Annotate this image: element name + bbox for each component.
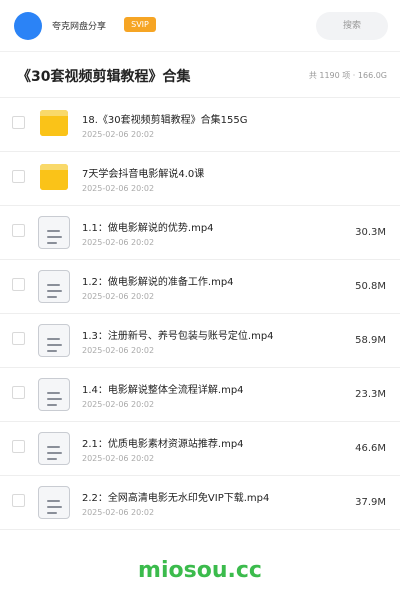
file-size: 23.3M (355, 389, 386, 400)
file-name: 2.1：优质电影素材资源站推荐.mp4 (82, 439, 244, 450)
item-count-and-size: 共 1190 项 · 166.0G (308, 71, 387, 80)
title-bar: 《30套视频剪辑教程》合集 共 1190 项 · 166.0G (0, 52, 400, 98)
svip-badge: SVIP (124, 17, 156, 32)
top-bar: 夸克网盘分享 SVIP 搜索 (0, 0, 400, 52)
file-icon (38, 270, 70, 303)
file-date: 2025-02-06 20:02 (82, 400, 155, 409)
file-date: 2025-02-06 20:02 (82, 292, 155, 301)
row-checkbox[interactable] (12, 332, 25, 345)
list-item[interactable]: 1.3：注册新号、养号包装与账号定位.mp4 2025-02-06 20:02 … (0, 314, 400, 368)
folder-icon (38, 162, 70, 194)
file-size: 46.6M (355, 443, 386, 454)
list-item[interactable]: 18.《30套视频剪辑教程》合集155G 2025-02-06 20:02 (0, 98, 400, 152)
file-size: 37.9M (355, 497, 386, 508)
file-icon (38, 216, 70, 249)
list-item[interactable]: 1.4：电影解说整体全流程详解.mp4 2025-02-06 20:02 23.… (0, 368, 400, 422)
list-item[interactable]: 1.1：做电影解说的优势.mp4 2025-02-06 20:02 30.3M (0, 206, 400, 260)
page-title: 《30套视频剪辑教程》合集 (17, 69, 191, 85)
list-item[interactable]: 2.1：优质电影素材资源站推荐.mp4 2025-02-06 20:02 46.… (0, 422, 400, 476)
file-name: 1.3：注册新号、养号包装与账号定位.mp4 (82, 331, 274, 342)
file-name: 1.4：电影解说整体全流程详解.mp4 (82, 385, 244, 396)
share-owner-name: 夸克网盘分享 (52, 22, 107, 32)
file-date: 2025-02-06 20:02 (82, 454, 155, 463)
file-name: 18.《30套视频剪辑教程》合集155G (82, 115, 248, 126)
file-name: 7天学会抖音电影解说4.0课 (82, 169, 205, 180)
file-size: 30.3M (355, 227, 386, 238)
file-size: 50.8M (355, 281, 386, 292)
list-item[interactable]: 7天学会抖音电影解说4.0课 2025-02-06 20:02 (0, 152, 400, 206)
file-date: 2025-02-06 20:02 (82, 346, 155, 355)
row-checkbox[interactable] (12, 116, 25, 129)
search-input[interactable]: 搜索 (316, 12, 388, 40)
row-checkbox[interactable] (12, 440, 25, 453)
watermark: miosou.cc (138, 558, 262, 583)
list-item[interactable]: 1.2：做电影解说的准备工作.mp4 2025-02-06 20:02 50.8… (0, 260, 400, 314)
row-checkbox[interactable] (12, 386, 25, 399)
row-checkbox[interactable] (12, 170, 25, 183)
file-date: 2025-02-06 20:02 (82, 508, 155, 517)
folder-icon (38, 108, 70, 140)
file-icon (38, 324, 70, 357)
file-list: 18.《30套视频剪辑教程》合集155G 2025-02-06 20:02 7天… (0, 98, 400, 530)
file-name: 1.2：做电影解说的准备工作.mp4 (82, 277, 234, 288)
avatar[interactable] (14, 12, 42, 40)
file-date: 2025-02-06 20:02 (82, 130, 155, 139)
row-checkbox[interactable] (12, 278, 25, 291)
row-checkbox[interactable] (12, 494, 25, 507)
file-date: 2025-02-06 20:02 (82, 184, 155, 193)
list-item[interactable]: 2.2：全网高清电影无水印免VIP下载.mp4 2025-02-06 20:02… (0, 476, 400, 530)
file-date: 2025-02-06 20:02 (82, 238, 155, 247)
file-icon (38, 486, 70, 519)
file-size: 58.9M (355, 335, 386, 346)
file-name: 1.1：做电影解说的优势.mp4 (82, 223, 214, 234)
file-name: 2.2：全网高清电影无水印免VIP下载.mp4 (82, 493, 270, 504)
row-checkbox[interactable] (12, 224, 25, 237)
file-icon (38, 378, 70, 411)
file-icon (38, 432, 70, 465)
